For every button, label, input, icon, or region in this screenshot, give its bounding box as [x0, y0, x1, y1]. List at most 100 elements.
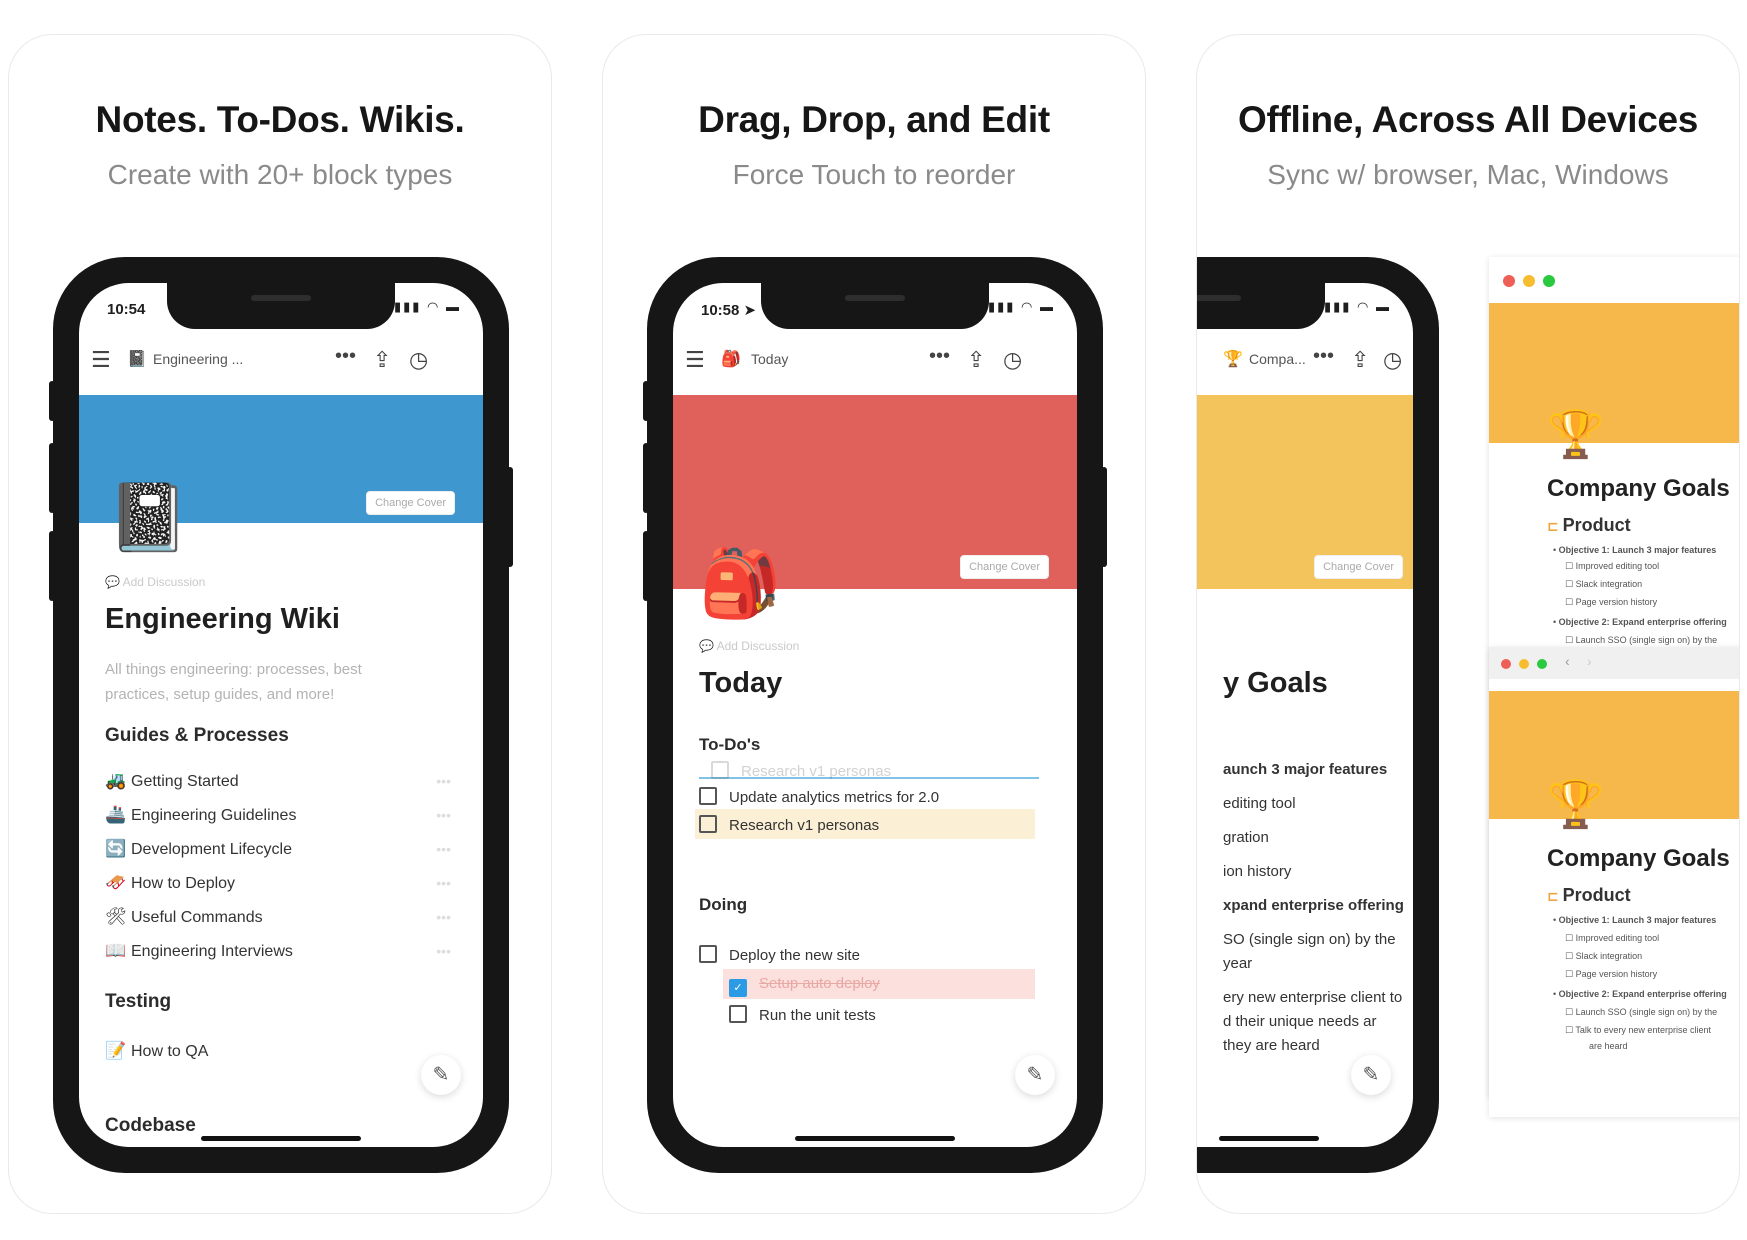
text-line: editing tool	[1223, 795, 1296, 812]
todo-item[interactable]: Research v1 personas	[699, 815, 879, 834]
close-button[interactable]	[1503, 275, 1515, 287]
menu-icon[interactable]: ☰	[685, 347, 705, 373]
desktop-window: ‹ › 🏆 Company Goals ⊏ Product • Objectiv…	[1489, 647, 1739, 1117]
item-more-icon[interactable]: •••	[436, 943, 451, 959]
section-heading: Guides & Processes	[105, 725, 289, 746]
item-more-icon[interactable]: •••	[436, 807, 451, 823]
new-page-button[interactable]: ✎	[421, 1055, 461, 1095]
checklist-item[interactable]: ☐ Talk to every new enterprise client	[1565, 1025, 1711, 1036]
book-icon: 📖	[105, 941, 127, 960]
history-icon[interactable]: ◷	[409, 347, 428, 373]
text-line: aunch 3 major features	[1223, 761, 1388, 778]
list-item-label: Getting Started	[131, 773, 239, 790]
checkbox[interactable]	[699, 945, 717, 963]
side-button	[507, 467, 513, 567]
share-icon[interactable]: ⇪	[1351, 347, 1369, 373]
list-item[interactable]: 📝 How to QA	[105, 1041, 208, 1061]
status-time-text: 10:58	[701, 302, 740, 319]
more-icon[interactable]: •••	[929, 345, 950, 368]
phone-frame: 10:58 ➤ ▮▮▮ ◠ ▬ ☰ 🎒 Today ••• ⇪ ◷ Change…	[643, 257, 1107, 1173]
checkbox[interactable]	[699, 815, 717, 833]
text-line: xpand enterprise offering	[1223, 897, 1404, 914]
checklist-item[interactable]: ☐ Improved editing tool	[1565, 561, 1659, 572]
item-more-icon[interactable]: •••	[436, 841, 451, 857]
cycle-icon: 🔄	[105, 839, 127, 858]
text-line: they are heard	[1223, 1037, 1320, 1054]
side-button	[643, 443, 649, 513]
section-heading: Doing	[699, 895, 748, 914]
checklist-label: Launch SSO (single sign on) by the	[1575, 1007, 1718, 1017]
more-icon[interactable]: •••	[1313, 345, 1334, 368]
checklist-label: Slack integration	[1575, 579, 1643, 589]
checklist-item[interactable]: ☐ Slack integration	[1565, 951, 1642, 962]
checklist-item[interactable]: ☐ Launch SSO (single sign on) by the	[1565, 635, 1717, 646]
change-cover-button[interactable]: Change Cover	[366, 491, 455, 515]
cover-image	[1489, 691, 1739, 819]
text-line: SO (single sign on) by the	[1223, 931, 1396, 948]
trophy-icon: 🏆	[1223, 351, 1243, 368]
home-indicator	[795, 1136, 955, 1141]
checklist-label: Improved editing tool	[1575, 933, 1660, 943]
back-icon[interactable]: ‹	[1565, 653, 1570, 669]
item-more-icon[interactable]: •••	[436, 773, 451, 789]
panel-subtitle: Sync w/ browser, Mac, Windows	[1267, 159, 1669, 190]
maximize-button[interactable]	[1537, 659, 1547, 669]
checkbox[interactable]	[699, 787, 717, 805]
text-line: • Objective 2: Expand enterprise offerin…	[1553, 617, 1727, 627]
todo-item[interactable]: ✓ Setup auto deploy	[729, 975, 880, 997]
share-icon[interactable]: ⇪	[373, 347, 391, 373]
todo-item[interactable]: Run the unit tests	[729, 1005, 876, 1024]
checklist-item[interactable]: ☐ Page version history	[1565, 969, 1657, 980]
todo-item[interactable]: Deploy the new site	[699, 945, 860, 964]
list-item-label: How to QA	[131, 1043, 209, 1060]
change-cover-button[interactable]: Change Cover	[960, 555, 1049, 579]
checkbox-checked[interactable]: ✓	[729, 979, 747, 997]
dragging-item[interactable]: Research v1 personas	[711, 761, 891, 780]
history-icon[interactable]: ◷	[1383, 347, 1402, 373]
item-more-icon[interactable]: •••	[436, 875, 451, 891]
list-item[interactable]: 🛠 Useful Commands	[105, 907, 263, 927]
share-icon[interactable]: ⇪	[967, 347, 985, 373]
list-item[interactable]: 🚢 Engineering Guidelines	[105, 805, 296, 825]
minimize-button[interactable]	[1519, 659, 1529, 669]
checklist-label: Talk to every new enterprise client	[1575, 1025, 1711, 1035]
more-icon[interactable]: •••	[335, 345, 356, 368]
new-page-button[interactable]: ✎	[1015, 1055, 1055, 1095]
list-item[interactable]: 🔄 Development Lifecycle	[105, 839, 292, 859]
list-item[interactable]: 📖 Engineering Interviews	[105, 941, 293, 961]
checkbox[interactable]	[729, 1005, 747, 1023]
checklist-item[interactable]: ☐ Improved editing tool	[1565, 933, 1659, 944]
window-page-title: Company Goals	[1547, 475, 1730, 502]
notebook-page-icon[interactable]: 📓	[107, 479, 189, 557]
breadcrumb[interactable]: Engineering ...	[153, 351, 243, 367]
forward-icon[interactable]: ›	[1587, 653, 1592, 669]
breadcrumb[interactable]: Compa...	[1249, 351, 1306, 367]
product-icon: ⊏	[1547, 518, 1563, 534]
list-item[interactable]: 🛷 How to Deploy	[105, 873, 235, 893]
page-title: y Goals	[1223, 667, 1328, 699]
checklist-item[interactable]: ☐ Slack integration	[1565, 579, 1642, 590]
objective-line: Objective 1: Launch 3 major features	[1558, 915, 1717, 925]
checklist-item[interactable]: ☐ Launch SSO (single sign on) by the	[1565, 1007, 1717, 1018]
todo-item[interactable]: Update analytics metrics for 2.0	[699, 787, 939, 806]
section-heading: Testing	[105, 991, 172, 1012]
close-button[interactable]	[1501, 659, 1511, 669]
menu-icon[interactable]: ☰	[91, 347, 111, 373]
minimize-button[interactable]	[1523, 275, 1535, 287]
new-page-button[interactable]: ✎	[1351, 1055, 1391, 1095]
phone-screen: 10:54 ▮▮▮ ◠ ▬ ☰ 📓 Engineering ... ••• ⇪ …	[79, 283, 483, 1147]
history-icon[interactable]: ◷	[1003, 347, 1022, 373]
sled-icon: 🛷	[105, 873, 127, 892]
item-more-icon[interactable]: •••	[436, 909, 451, 925]
status-time: 10:54	[107, 301, 146, 318]
add-discussion[interactable]: 💬 Add Discussion	[699, 639, 799, 653]
todo-label: Deploy the new site	[729, 947, 860, 964]
breadcrumb[interactable]: Today	[751, 351, 788, 367]
backpack-page-icon[interactable]: 🎒	[699, 545, 781, 623]
maximize-button[interactable]	[1543, 275, 1555, 287]
list-item[interactable]: 🚜 Getting Started	[105, 771, 239, 791]
change-cover-button[interactable]: Change Cover	[1314, 555, 1403, 579]
add-discussion[interactable]: 💬 Add Discussion	[105, 575, 205, 589]
objective-line: Objective 2: Expand enterprise offering	[1558, 989, 1727, 999]
checklist-item[interactable]: ☐ Page version history	[1565, 597, 1657, 608]
